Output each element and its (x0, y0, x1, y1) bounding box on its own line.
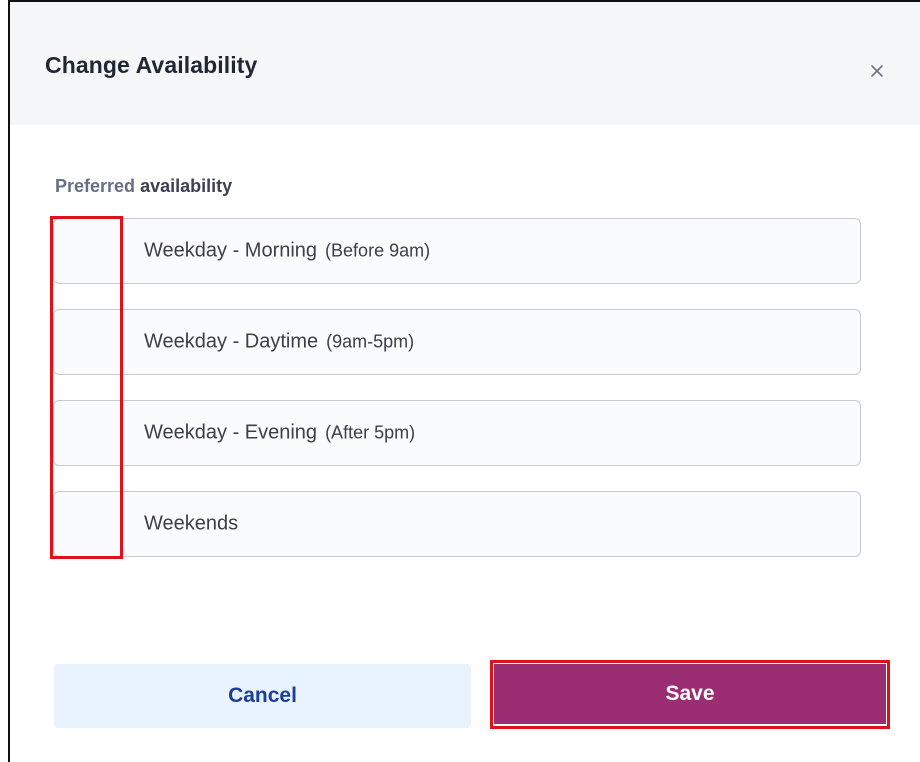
label-part-preferred: Preferred (55, 176, 136, 196)
option-label: Weekends (144, 513, 238, 536)
availability-options: Weekday - Morning (Before 9am) Weekday - … (53, 218, 861, 582)
checkbox-weekday-daytime[interactable] (54, 310, 122, 374)
preferred-availability-label: Preferred availability (55, 176, 232, 197)
option-label: Weekday - Morning (Before 9am) (144, 240, 430, 263)
option-weekday-morning[interactable]: Weekday - Morning (Before 9am) (53, 218, 861, 284)
option-title: Weekday - Evening (144, 421, 318, 444)
cancel-button[interactable]: Cancel (54, 664, 471, 728)
option-title: Weekday - Daytime (144, 330, 319, 353)
checkbox-weekends[interactable] (54, 492, 122, 556)
option-subtitle: (After 5pm) (325, 422, 416, 443)
dialog-title: Change Availability (45, 52, 258, 78)
save-button[interactable]: Save (494, 664, 886, 724)
close-button[interactable] (862, 56, 892, 86)
checkbox-weekday-morning[interactable] (54, 219, 122, 283)
option-title: Weekday - Morning (144, 239, 318, 262)
option-label: Weekday - Evening (After 5pm) (144, 422, 415, 445)
option-label: Weekday - Daytime (9am-5pm) (144, 331, 414, 354)
save-button-label: Save (665, 682, 715, 705)
close-icon (871, 65, 883, 77)
option-weekday-daytime[interactable]: Weekday - Daytime (9am-5pm) (53, 309, 861, 375)
label-part-availability: availability (140, 176, 233, 196)
checkbox-weekday-evening[interactable] (54, 401, 122, 465)
option-title: Weekends (144, 512, 239, 535)
option-subtitle: (Before 9am) (325, 240, 431, 261)
change-availability-dialog: Change Availability Preferred availabili… (0, 0, 920, 762)
option-weekends[interactable]: Weekends (53, 491, 861, 557)
cancel-button-label: Cancel (228, 684, 297, 707)
option-subtitle: (9am-5pm) (326, 331, 415, 352)
option-weekday-evening[interactable]: Weekday - Evening (After 5pm) (53, 400, 861, 466)
